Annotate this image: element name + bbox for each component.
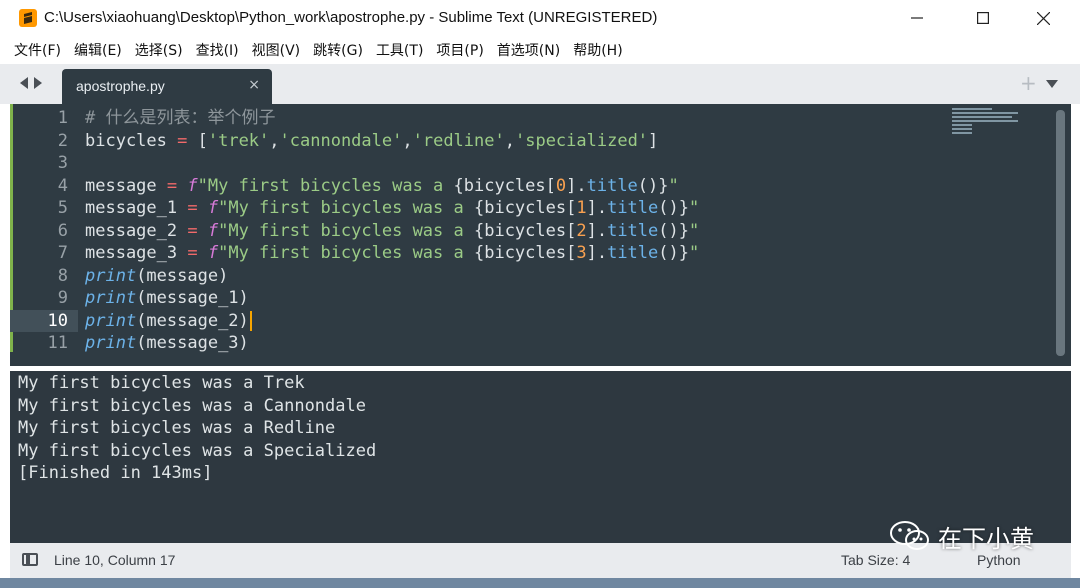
- line-number: 8: [57, 265, 68, 286]
- sublime-window: C:\Users\xiaohuang\Desktop\Python_work\a…: [0, 0, 1080, 578]
- close-tab-icon[interactable]: ×: [248, 77, 260, 93]
- code-text[interactable]: print(message_1): [85, 287, 249, 310]
- cursor-position: Line 10, Column 17: [54, 552, 176, 568]
- menu-file[interactable]: 文件(F): [14, 40, 61, 60]
- minimap[interactable]: [952, 108, 1022, 138]
- tab-bar: apostrophe.py × +: [0, 64, 1080, 104]
- arrow-left-icon[interactable]: [20, 77, 28, 89]
- window-title: C:\Users\xiaohuang\Desktop\Python_work\a…: [44, 9, 658, 26]
- code-line[interactable]: 4 message = f"My first bicycles was a {bi…: [10, 175, 1071, 198]
- new-tab-icon[interactable]: +: [1020, 73, 1037, 93]
- code-line[interactable]: 2 bicycles = ['trek','cannondale','redlin…: [10, 130, 1071, 153]
- code-text[interactable]: print(message_2): [85, 310, 252, 333]
- code-text[interactable]: # 什么是列表：举个例子: [85, 107, 275, 130]
- menu-selection[interactable]: 选择(S): [135, 40, 183, 60]
- line-number: 10: [10, 309, 78, 332]
- code-text[interactable]: bicycles = ['trek','cannondale','redline…: [85, 130, 658, 153]
- menu-view[interactable]: 视图(V): [252, 40, 301, 60]
- code-line[interactable]: 7 message_3 = f"My first bicycles was a {…: [10, 242, 1071, 265]
- output-finished-line: [Finished in 143ms]: [18, 463, 213, 483]
- watermark: 在下小黄: [888, 518, 1034, 554]
- code-line[interactable]: 10 print(message_2): [10, 309, 1071, 333]
- tab-label: apostrophe.py: [76, 78, 165, 94]
- code-text[interactable]: print(message): [85, 265, 228, 288]
- menu-goto[interactable]: 跳转(G): [313, 40, 363, 60]
- code-line[interactable]: 8 print(message): [10, 265, 1071, 288]
- code-line[interactable]: 11 print(message_3): [10, 332, 1071, 355]
- arrow-right-icon[interactable]: [34, 77, 42, 89]
- line-number: 7: [57, 243, 68, 263]
- output-line: My first bicycles was a Specialized: [18, 440, 377, 461]
- line-number: 6: [57, 220, 68, 241]
- output-line: My first bicycles was a Cannondale: [18, 395, 366, 416]
- line-number: 2: [57, 130, 68, 151]
- code-line[interactable]: 9 print(message_1): [10, 287, 1071, 310]
- menu-help[interactable]: 帮助(H): [573, 40, 622, 60]
- line-number: 1: [57, 108, 68, 128]
- code-line[interactable]: 3: [10, 152, 1071, 175]
- maximize-button[interactable]: [956, 0, 1010, 36]
- code-text[interactable]: message_1 = f"My first bicycles was a {b…: [85, 197, 699, 220]
- syntax-indicator[interactable]: Python: [977, 552, 1021, 568]
- line-number: 4: [57, 175, 68, 196]
- code-text[interactable]: message_3 = f"My first bicycles was a {b…: [85, 242, 699, 265]
- line-number: 3: [57, 153, 68, 173]
- title-bar: C:\Users\xiaohuang\Desktop\Python_work\a…: [0, 0, 1080, 36]
- wechat-logo-icon: [888, 518, 932, 554]
- code-text[interactable]: message_2 = f"My first bicycles was a {b…: [85, 220, 699, 243]
- menu-tools[interactable]: 工具(T): [376, 40, 423, 60]
- code-line[interactable]: 5 message_1 = f"My first bicycles was a {…: [10, 197, 1071, 220]
- output-line: My first bicycles was a Redline: [18, 418, 336, 438]
- menu-preferences[interactable]: 首选项(N): [497, 40, 560, 60]
- menu-project[interactable]: 项目(P): [436, 40, 483, 60]
- tab-nav-arrows: [20, 77, 42, 89]
- close-button[interactable]: [1016, 0, 1070, 36]
- code-editor[interactable]: 1 # 什么是列表：举个例子 2 bicycles = ['trek','cannon…: [10, 104, 1071, 366]
- tab-menu-chevron-icon[interactable]: [1046, 80, 1058, 88]
- code-line[interactable]: 6 message_2 = f"My first bicycles was a {…: [10, 220, 1071, 243]
- menu-find[interactable]: 查找(I): [196, 40, 239, 60]
- output-line: My first bicycles was a Trek: [18, 373, 305, 393]
- code-text[interactable]: print(message_3): [85, 332, 249, 355]
- line-number: 5: [57, 198, 68, 218]
- menu-edit[interactable]: 编辑(E): [74, 40, 122, 60]
- tab-size-indicator[interactable]: Tab Size: 4: [841, 552, 910, 568]
- sublime-app-icon: [19, 9, 37, 27]
- line-number: 9: [57, 288, 68, 308]
- watermark-text: 在下小黄: [938, 524, 1034, 553]
- menu-bar: 文件(F) 编辑(E) 选择(S) 查找(I) 视图(V) 跳转(G) 工具(T…: [0, 36, 1080, 64]
- line-number: 11: [47, 333, 68, 353]
- tab-apostrophe-py[interactable]: apostrophe.py ×: [62, 69, 272, 104]
- code-line[interactable]: 1 # 什么是列表：举个例子: [10, 107, 1071, 130]
- code-text[interactable]: message = f"My first bicycles was a {bic…: [85, 175, 679, 198]
- text-cursor: [249, 310, 252, 331]
- minimize-button[interactable]: [890, 0, 944, 36]
- editor-scrollbar[interactable]: [1056, 110, 1065, 356]
- toggle-panel-icon[interactable]: [22, 553, 38, 566]
